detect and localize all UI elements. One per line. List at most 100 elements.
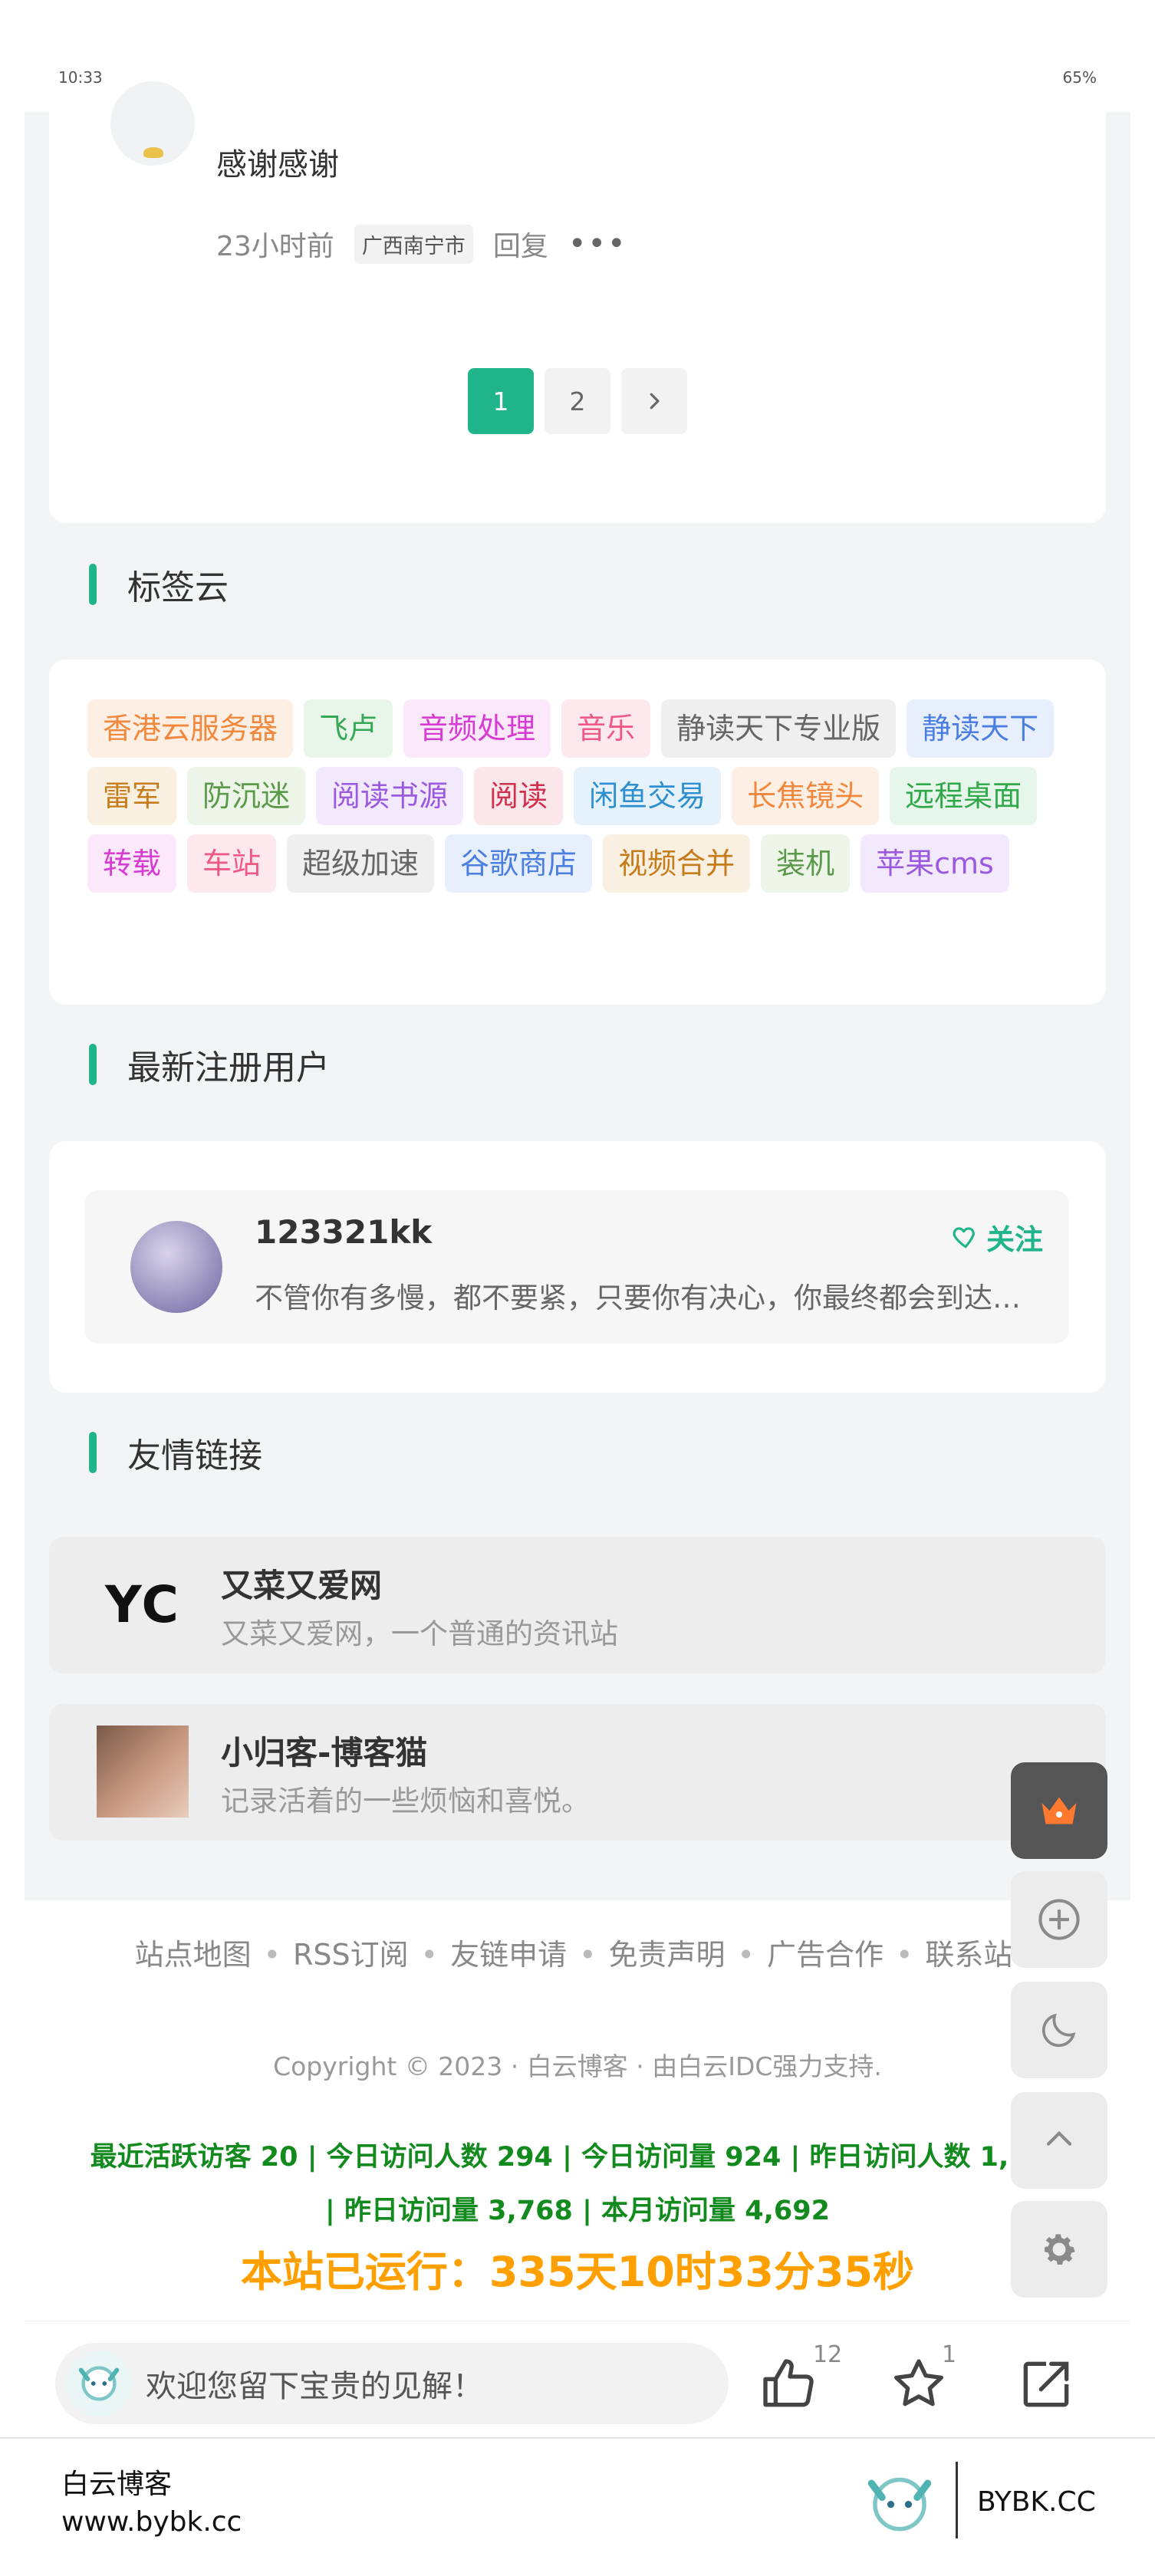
site-domain: BYBK.CC — [977, 2486, 1096, 2518]
user-name[interactable]: 123321kk — [255, 1213, 432, 1251]
vip-button[interactable] — [1011, 1762, 1107, 1859]
footer-link[interactable]: 站点地图 — [135, 1938, 252, 1972]
add-button[interactable] — [1011, 1871, 1107, 1968]
tag-item[interactable]: 雷军 — [87, 767, 177, 825]
user-avatar[interactable] — [130, 1221, 222, 1313]
favorite-count: 1 — [942, 2341, 957, 2368]
site-url[interactable]: www.bybk.cc — [61, 2506, 242, 2538]
separator-dot: • — [263, 1938, 281, 1972]
friend-link-logo: YC — [97, 1558, 189, 1650]
comment-placeholder: 欢迎您留下宝贵的见解！ — [146, 2369, 483, 2404]
friend-links-title: 友情链接 — [89, 1428, 262, 1477]
commenter-avatar[interactable] — [110, 81, 195, 166]
friend-link-title[interactable]: 小归客-博客猫 — [221, 1727, 427, 1774]
more-dots-icon[interactable]: ••• — [568, 229, 627, 259]
heart-icon — [953, 1227, 975, 1249]
moon-icon — [1041, 2013, 1076, 2048]
like-count: 12 — [813, 2341, 843, 2368]
user-item[interactable]: 123321kk 不管你有多慢，都不要紧，只要你有决心，你最终都会到达目的地。 … — [84, 1190, 1069, 1344]
tag-item[interactable]: 长焦镜头 — [732, 767, 880, 825]
next-page-button[interactable] — [621, 368, 687, 434]
friend-link-desc: 记录活着的一些烦恼和喜悦。 — [221, 1785, 590, 1818]
separator-dot: • — [737, 1938, 755, 1972]
latest-users-title: 最新注册用户 — [89, 1040, 330, 1089]
footer-link[interactable]: 免责声明 — [609, 1938, 726, 1972]
separator-dot: • — [579, 1938, 597, 1972]
friend-link-item[interactable]: 小归客-博客猫 记录活着的一些烦恼和喜悦。 — [49, 1704, 1106, 1841]
user-bio: 不管你有多慢，都不要紧，只要你有决心，你最终都会到达目的地。 — [255, 1281, 1029, 1314]
comment-text: 感谢感谢 — [216, 147, 339, 183]
tag-item[interactable]: 阅读 — [474, 767, 564, 825]
friend-link-logo — [97, 1726, 189, 1818]
page-1-button[interactable]: 1 — [468, 368, 534, 434]
copyright: Copyright © 2023 · 白云博客 · 由白云IDC强力支持. — [273, 2051, 882, 2081]
tag-item[interactable]: 视频合并 — [603, 834, 751, 893]
latest-users-card: 123321kk 不管你有多慢，都不要紧，只要你有决心，你最终都会到达目的地。 … — [49, 1141, 1106, 1393]
comment-card: 感谢感谢 23小时前 广西南宁市 回复 ••• 1 2 — [49, 81, 1106, 523]
comment-time: 23小时前 — [216, 231, 334, 262]
bottom-action-bar: 欢迎您留下宝贵的见解！ 12 1 — [25, 2321, 1130, 2437]
tag-cloud-title: 标签云 — [89, 560, 229, 609]
settings-button[interactable] — [1011, 2201, 1107, 2298]
footer-link[interactable]: RSS订阅 — [293, 1938, 409, 1972]
friend-link-item[interactable]: YC 又菜又爱网 又菜又爱网，一个普通的资讯站 — [49, 1537, 1106, 1673]
reply-button[interactable]: 回复 — [493, 224, 548, 264]
tag-item[interactable]: 闲鱼交易 — [574, 767, 722, 825]
separator-dot: • — [420, 1938, 439, 1972]
visit-stats-line-2: | 昨日访问量 3,768 | 本月访问量 4,692 — [325, 2196, 830, 2226]
latest-users-title-text: 最新注册用户 — [127, 1048, 330, 1087]
star-icon[interactable] — [888, 2354, 949, 2415]
page-2-button[interactable]: 2 — [545, 368, 610, 434]
plus-circle-icon — [1038, 1899, 1080, 1940]
tag-item[interactable]: 阅读书源 — [316, 767, 464, 825]
tag-item[interactable]: 装机 — [761, 834, 851, 893]
visit-stats-line-1: 最近活跃访客 20 | 今日访问人数 294 | 今日访问量 924 | 昨日访… — [90, 2142, 1065, 2173]
crown-icon — [1041, 1797, 1077, 1824]
arrow-up-icon — [1046, 2130, 1072, 2146]
battery-level: 65% — [1062, 68, 1097, 87]
tag-cloud-card: 香港云服务器 飞卢 音频处理 音乐 静读天下专业版 静读天下雷军 防沉迷 阅读书源 阅读 闲鱼交易… — [49, 660, 1106, 1005]
follow-label: 关注 — [986, 1223, 1043, 1256]
tag-item[interactable]: 音频处理 — [403, 699, 551, 758]
friend-links-title-text: 友情链接 — [127, 1436, 262, 1476]
gear-icon — [1045, 2234, 1075, 2265]
tag-cloud-title-text: 标签云 — [127, 568, 229, 607]
footer-link[interactable]: 友链申请 — [450, 1938, 567, 1972]
separator-dot: • — [895, 1938, 913, 1972]
tag-list: 香港云服务器 飞卢 音频处理 音乐 静读天下专业版 静读天下雷军 防沉迷 阅读书源 阅读 闲鱼交易… — [87, 699, 1068, 893]
tag-item[interactable]: 飞卢 — [304, 699, 393, 758]
location-badge: 广西南宁市 — [354, 224, 473, 264]
site-info-bar: 白云博客 www.bybk.cc BYBK.CC — [0, 2437, 1155, 2576]
tag-item[interactable]: 静读天下 — [907, 699, 1055, 758]
thumbs-up-icon[interactable] — [758, 2354, 819, 2415]
divider — [956, 2462, 958, 2538]
friend-link-desc: 又菜又爱网，一个普通的资讯站 — [221, 1617, 618, 1650]
site-name: 白云博客 — [61, 2469, 173, 2500]
friend-link-title[interactable]: 又菜又爱网 — [221, 1560, 382, 1607]
footer-link[interactable]: 广告合作 — [767, 1938, 884, 1972]
friend-link-logo-text: YC — [105, 1574, 180, 1634]
visit-stats: 最近活跃访客 20 | 今日访问人数 294 | 今日访问量 924 | 昨日访… — [63, 2130, 1092, 2238]
follow-button[interactable]: 关注 — [951, 1216, 1043, 1258]
site-footer: 站点地图 • RSS订阅 • 友链申请 • 免责声明 • 广告合作 • 联系站长 Copyright… — [25, 1900, 1130, 2321]
share-icon[interactable] — [1015, 2354, 1077, 2415]
dark-mode-button[interactable] — [1011, 1982, 1107, 2078]
tag-item[interactable]: 谷歌商店 — [445, 834, 593, 893]
tag-item[interactable]: 防沉迷 — [187, 767, 306, 825]
status-time: 10:33 — [58, 68, 103, 87]
tag-item[interactable]: 苹果cms — [860, 834, 1009, 893]
tag-item[interactable]: 超级加速 — [287, 834, 435, 893]
tag-item[interactable]: 静读天下专业版 — [661, 699, 897, 758]
tag-item[interactable]: 音乐 — [561, 699, 651, 758]
mascot-icon — [867, 2477, 932, 2532]
comment-meta: 23小时前 广西南宁市 回复 ••• — [216, 224, 627, 264]
comment-input[interactable]: 欢迎您留下宝贵的见解！ — [55, 2343, 729, 2424]
tag-item[interactable]: 远程桌面 — [890, 767, 1038, 825]
tag-item[interactable]: 转载 — [87, 834, 177, 893]
tag-item[interactable]: 车站 — [187, 834, 277, 893]
tag-item[interactable]: 香港云服务器 — [87, 699, 294, 758]
back-to-top-button[interactable] — [1011, 2092, 1107, 2189]
footer-links: 站点地图 • RSS订阅 • 友链申请 • 免责声明 • 广告合作 • 联系站长 — [117, 1933, 1060, 1977]
site-runtime: 本站已运行：335天10时33分35秒 — [240, 2248, 915, 2296]
chevron-right-icon — [650, 393, 660, 410]
